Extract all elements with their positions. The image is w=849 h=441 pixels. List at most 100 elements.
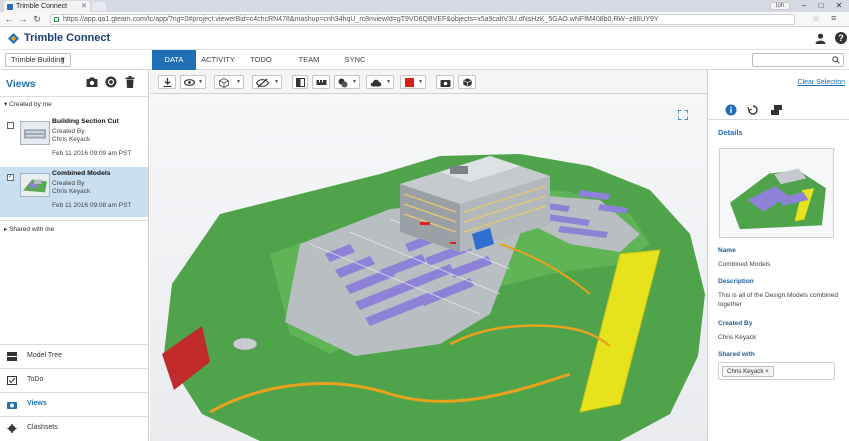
cloud-icon — [370, 79, 382, 87]
close-window-icon[interactable]: ✕ — [831, 0, 847, 12]
history-icon[interactable] — [746, 104, 760, 116]
browser-tab-bar: Trimble Connect ✕ Ioh – □ ✕ — [0, 0, 849, 12]
panel-title: Views — [6, 78, 36, 90]
color-swatch-icon — [405, 78, 414, 87]
nav-todo[interactable]: ToDo — [0, 368, 148, 392]
info-icon[interactable] — [724, 104, 738, 116]
cube-icon — [219, 78, 229, 88]
back-icon[interactable]: ← — [3, 13, 15, 26]
nav-model-tree[interactable]: Model Tree — [0, 344, 148, 368]
view-cube-button[interactable]: ▼ — [214, 75, 244, 89]
viewer-toolbar: ▼ ▼ ▼ ▼ ▼ ▼ — [150, 70, 707, 94]
visibility-button[interactable]: ▼ — [252, 75, 282, 89]
chevron-down-icon: ▼ — [274, 79, 279, 85]
cube-stack-icon — [7, 352, 17, 361]
3d-site-model[interactable] — [150, 94, 707, 441]
lock-icon — [54, 17, 59, 22]
hide-eye-icon — [256, 78, 269, 88]
project-row: Trimble Building ▼ DATA ACTIVITY TODO TE… — [0, 50, 849, 70]
search-icon[interactable] — [832, 56, 840, 64]
gear-icon — [7, 424, 17, 433]
tab-activity[interactable]: ACTIVITY — [196, 50, 240, 70]
layers-icon[interactable] — [770, 104, 784, 116]
project-select-value: Trimble Building — [11, 55, 65, 64]
tab-data[interactable]: DATA — [152, 50, 196, 70]
navigation-mode-button[interactable]: ▼ — [180, 75, 206, 89]
address-bar: ← → ↻ https://app.qa1.gteam.com/tc/app/?… — [0, 12, 849, 27]
group-shared-with-me[interactable]: ▸ Shared with me — [4, 225, 54, 233]
view-checkbox[interactable]: ✓ — [7, 174, 14, 181]
camera-icon — [440, 80, 451, 87]
new-tab-button[interactable] — [92, 2, 106, 11]
chevron-down-icon: ▼ — [60, 57, 66, 63]
nav-label: Views — [27, 400, 47, 407]
browser-user-chip[interactable]: Ioh — [770, 2, 790, 10]
forward-icon[interactable]: → — [17, 13, 29, 26]
created-by-label: Created By — [718, 320, 753, 327]
description-label: Description — [718, 278, 754, 285]
refresh-icon[interactable] — [105, 76, 117, 88]
maximize-icon[interactable]: □ — [813, 0, 829, 12]
description-value: This is all of the Design Models combine… — [718, 292, 838, 308]
chevron-down-icon: ▼ — [418, 79, 423, 85]
help-icon[interactable]: ? — [835, 32, 847, 44]
clear-selection-link[interactable]: Clear Selection — [798, 79, 845, 86]
view-name: Building Section Cut — [52, 118, 119, 125]
view-date: Feb 11 2016 09:09 am PST — [52, 150, 132, 157]
trash-icon[interactable] — [124, 76, 136, 88]
browser-menu-icon[interactable]: ≡ — [831, 13, 836, 23]
markup-button[interactable]: ▼ — [334, 75, 360, 89]
browser-tab-title: Trimble Connect — [16, 3, 68, 10]
markup-icon — [338, 78, 348, 88]
tab-sync[interactable]: SYNC — [338, 50, 372, 70]
divider — [0, 96, 148, 97]
url-input[interactable]: https://app.qa1.gteam.com/tc/app/?ng=0#p… — [50, 14, 795, 25]
nav-label: Clashsets — [27, 424, 58, 431]
close-tab-icon[interactable]: ✕ — [81, 1, 87, 12]
minimize-icon[interactable]: – — [796, 0, 812, 12]
download-icon — [163, 78, 172, 87]
color-picker-button[interactable]: ▼ — [400, 75, 426, 89]
tab-todo[interactable]: TODO — [244, 50, 278, 70]
object-properties-button[interactable] — [458, 75, 476, 89]
chevron-down-icon: ▼ — [386, 79, 391, 85]
shared-with-label: Shared with — [718, 351, 755, 358]
view-thumbnail — [20, 121, 50, 145]
measure-button[interactable] — [312, 75, 330, 89]
shared-user-chip[interactable]: Chris Keyack × — [722, 366, 774, 377]
divider — [0, 220, 148, 221]
nav-label: Model Tree — [27, 352, 63, 359]
view-item-building-section-cut[interactable]: Building Section Cut Created By Chris Ke… — [0, 115, 148, 165]
shared-with-input[interactable]: Chris Keyack × — [718, 362, 835, 380]
screenshot-button[interactable] — [436, 75, 454, 89]
download-button[interactable] — [158, 75, 176, 89]
nav-views[interactable]: Views — [0, 392, 148, 416]
search-input[interactable] — [752, 53, 844, 67]
app-header: Trimble Connect ? — [0, 27, 849, 50]
bookmark-star-icon[interactable]: ☆ — [812, 13, 820, 24]
split-panel-icon — [296, 78, 305, 87]
orbit-icon — [184, 79, 195, 86]
add-view-camera-icon[interactable] — [86, 76, 98, 88]
group-label: Shared with me — [9, 226, 55, 233]
chevron-down-icon: ▼ — [198, 79, 203, 85]
view-item-combined-models[interactable]: ✓ Combined Models Created By Chris Keyac… — [0, 167, 148, 217]
reload-icon[interactable]: ↻ — [31, 13, 43, 26]
browser-tab[interactable]: Trimble Connect ✕ — [4, 1, 90, 12]
trimble-logo-icon — [8, 33, 19, 44]
view-created-label: Created By — [52, 128, 85, 135]
app-brand[interactable]: Trimble Connect — [24, 31, 110, 46]
model-viewer[interactable] — [150, 94, 707, 441]
cloud-button[interactable]: ▼ — [366, 75, 394, 89]
panel-toggle-button[interactable] — [292, 75, 308, 89]
view-author: Chris Keyack — [52, 188, 91, 195]
view-checkbox[interactable] — [7, 122, 14, 129]
project-select[interactable]: Trimble Building ▼ — [5, 53, 71, 67]
tab-team[interactable]: TEAM — [292, 50, 326, 70]
nav-clashsets[interactable]: Clashsets — [0, 416, 148, 440]
view-thumbnail — [20, 173, 50, 197]
group-created-by-me[interactable]: ▾ Created by me — [4, 100, 52, 108]
fullscreen-icon[interactable] — [678, 110, 688, 120]
view-date: Feb 11 2016 09:08 am PST — [52, 202, 132, 209]
user-icon[interactable] — [815, 33, 826, 44]
